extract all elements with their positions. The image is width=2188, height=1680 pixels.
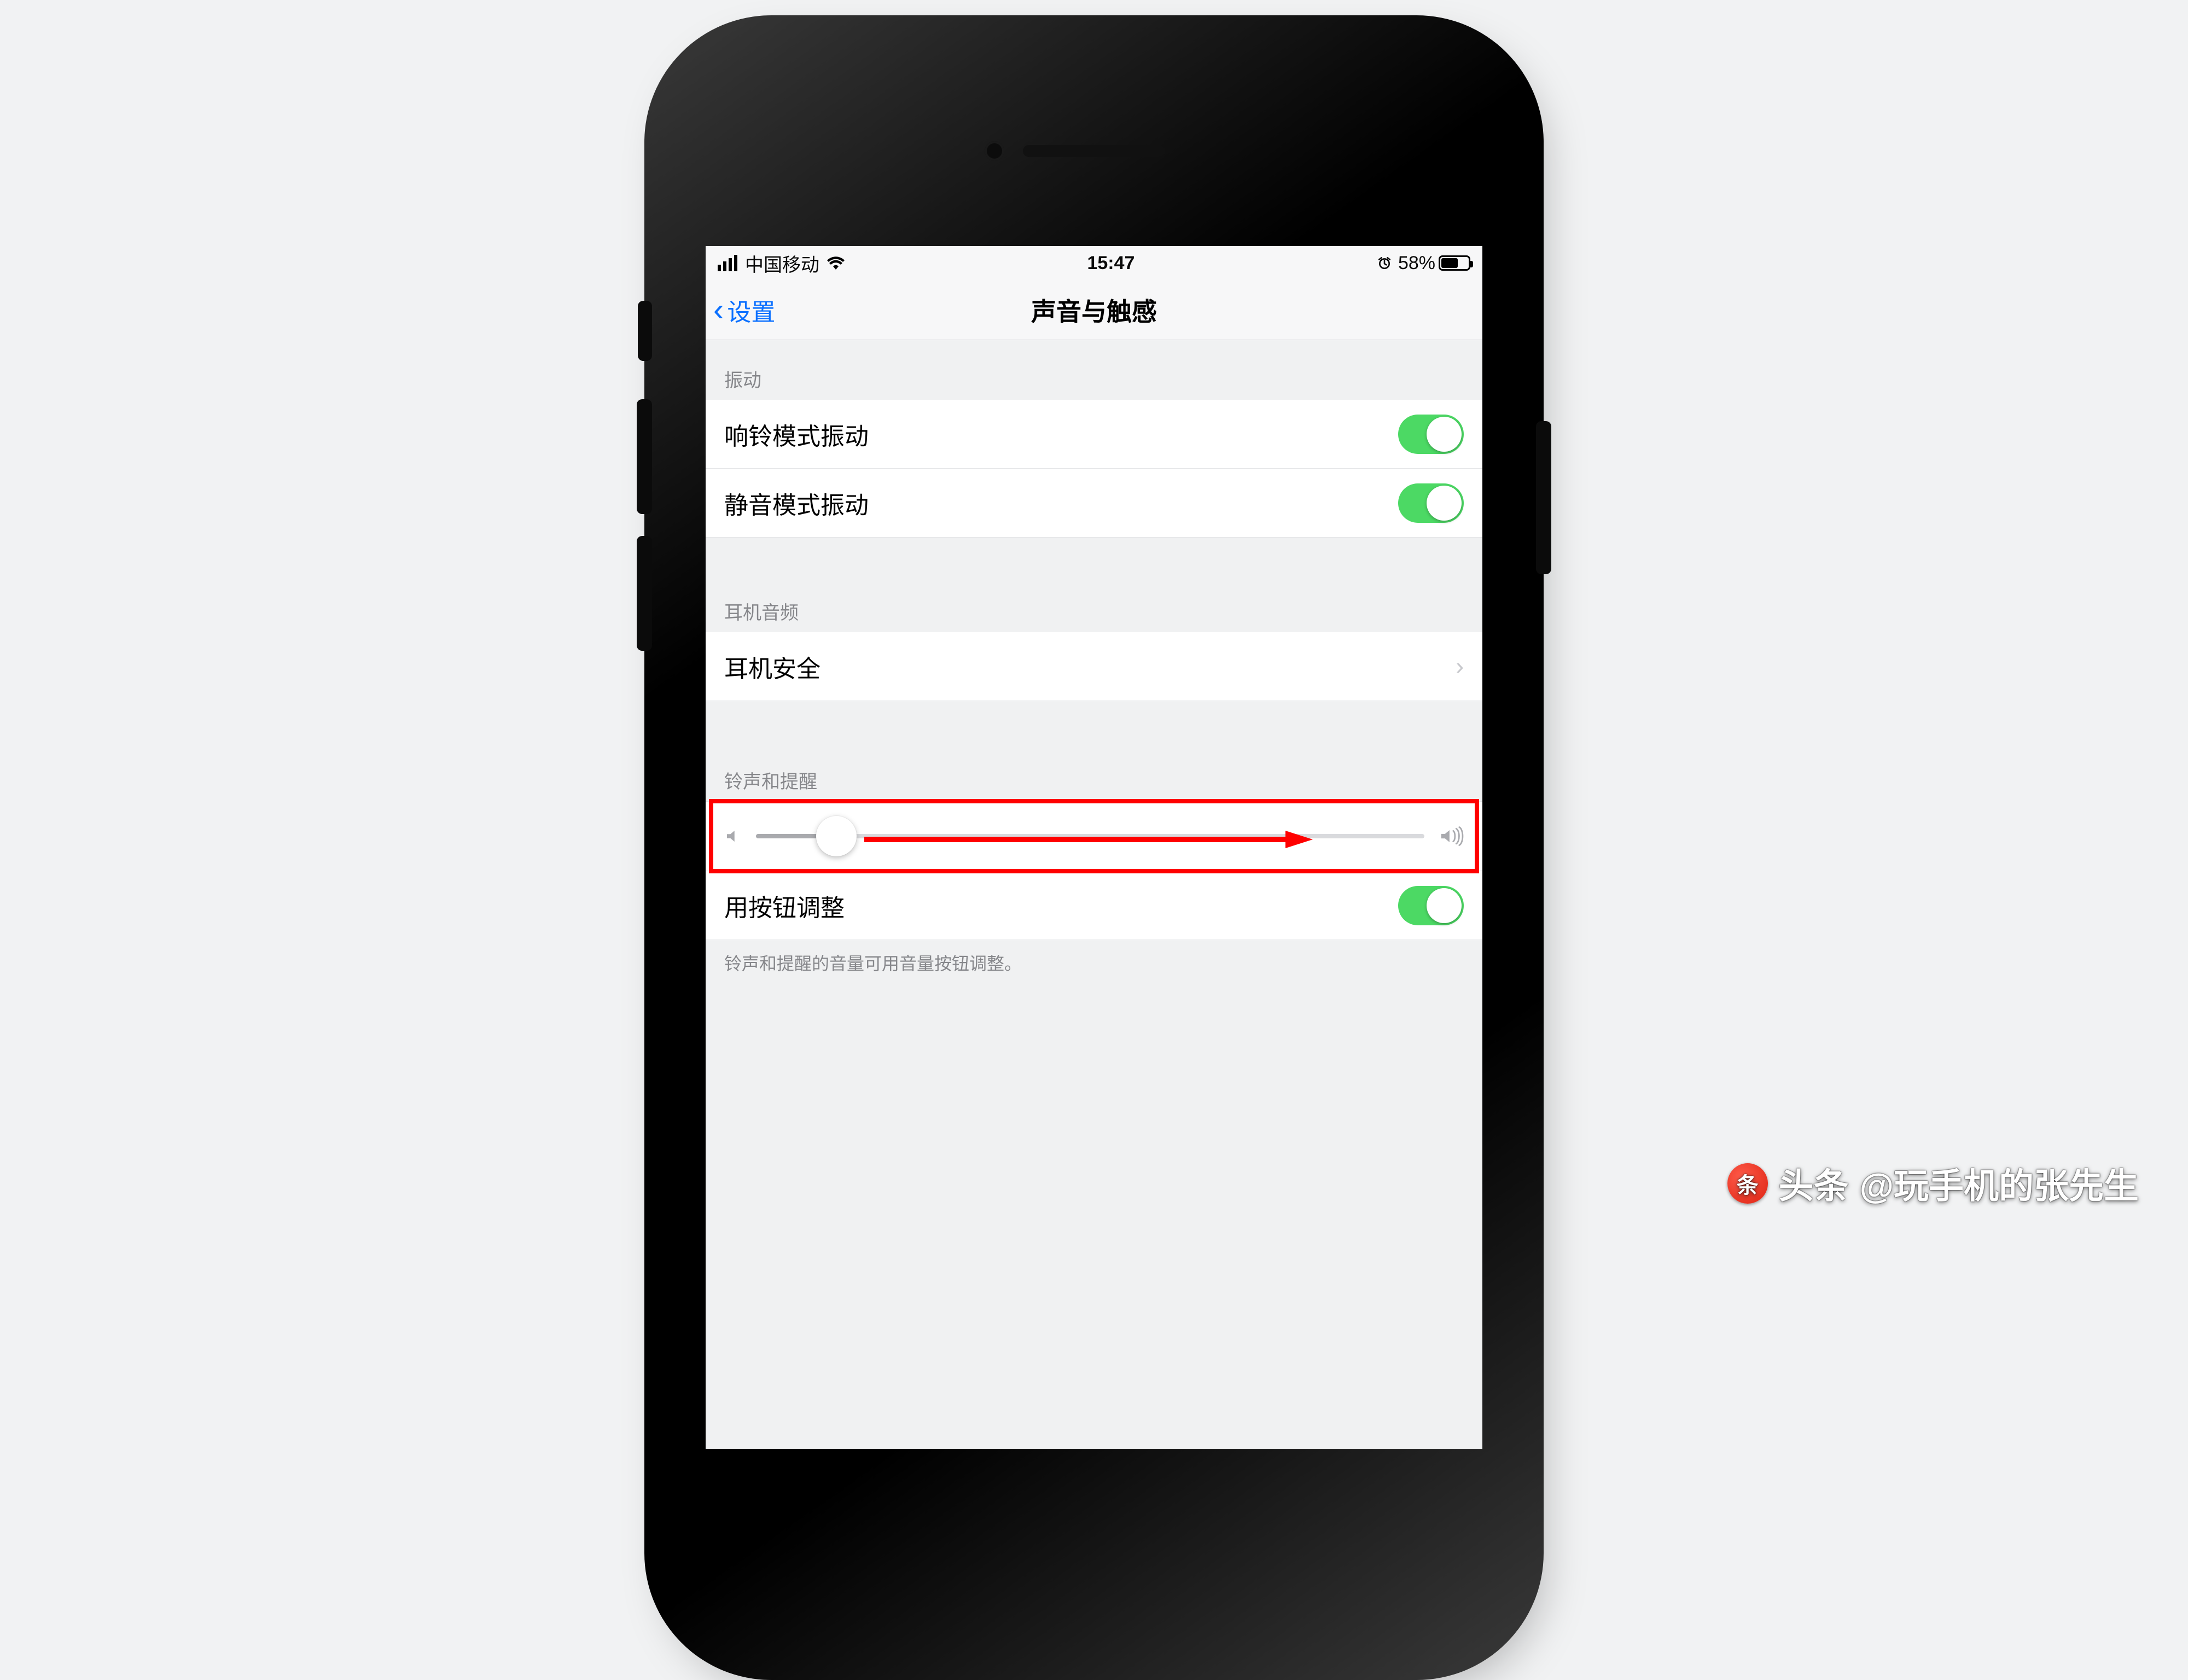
phone-frame: 中国移动 15:47 58% ‹ 设置 声音与触 [656, 27, 1532, 1668]
status-bar: 中国移动 15:47 58% [706, 246, 1482, 280]
wifi-icon [827, 256, 845, 270]
section-footer: 铃声和提醒的音量可用音量按钮调整。 [706, 940, 1482, 997]
battery-percent: 58% [1398, 253, 1435, 274]
mute-switch [638, 301, 652, 361]
row-headphone-safety[interactable]: 耳机安全 › [706, 632, 1482, 701]
clock: 15:47 [845, 253, 1377, 274]
row-ring-vibrate[interactable]: 响铃模式振动 [706, 400, 1482, 469]
ringer-volume-slider[interactable] [756, 834, 1424, 838]
toutiao-logo-icon: 条 [1727, 1163, 1768, 1204]
chevron-right-icon: › [1456, 653, 1464, 680]
battery-indicator: 58% [1398, 253, 1470, 274]
nav-bar: ‹ 设置 声音与触感 [706, 280, 1482, 340]
carrier-name: 中国移动 [745, 250, 819, 277]
earpiece [1023, 145, 1165, 157]
section-header-ringer: 铃声和提醒 [706, 701, 1482, 801]
speaker-high-icon [1440, 826, 1464, 846]
front-camera [985, 141, 1004, 161]
page-title: 声音与触感 [706, 292, 1482, 328]
section-header-headphone: 耳机音频 [706, 538, 1482, 632]
power-button [1536, 421, 1551, 574]
row-label: 响铃模式振动 [724, 417, 1398, 452]
watermark-source: 头条 [1779, 1158, 1849, 1209]
toggle-silent-vibrate[interactable] [1398, 483, 1464, 523]
toggle-ring-vibrate[interactable] [1398, 415, 1464, 454]
signal-bars-icon [718, 255, 737, 271]
slider-thumb[interactable] [816, 816, 857, 856]
toggle-button-adjust[interactable] [1398, 886, 1464, 925]
volume-up-button [637, 399, 652, 514]
row-label: 用按钮调整 [724, 888, 1398, 923]
row-silent-vibrate[interactable]: 静音模式振动 [706, 469, 1482, 538]
section-header-vibrate: 振动 [706, 340, 1482, 400]
watermark-handle: @玩手机的张先生 [1860, 1158, 2139, 1209]
row-label: 耳机安全 [724, 649, 1456, 684]
row-button-adjust[interactable]: 用按钮调整 [706, 871, 1482, 940]
speaker-low-icon [724, 827, 741, 845]
row-ringer-volume [706, 801, 1482, 871]
volume-down-button [637, 536, 652, 651]
watermark: 条 头条 @玩手机的张先生 [1727, 1158, 2139, 1209]
alarm-icon [1377, 256, 1392, 270]
screen: 中国移动 15:47 58% ‹ 设置 声音与触 [706, 246, 1482, 1449]
row-label: 静音模式振动 [724, 486, 1398, 521]
